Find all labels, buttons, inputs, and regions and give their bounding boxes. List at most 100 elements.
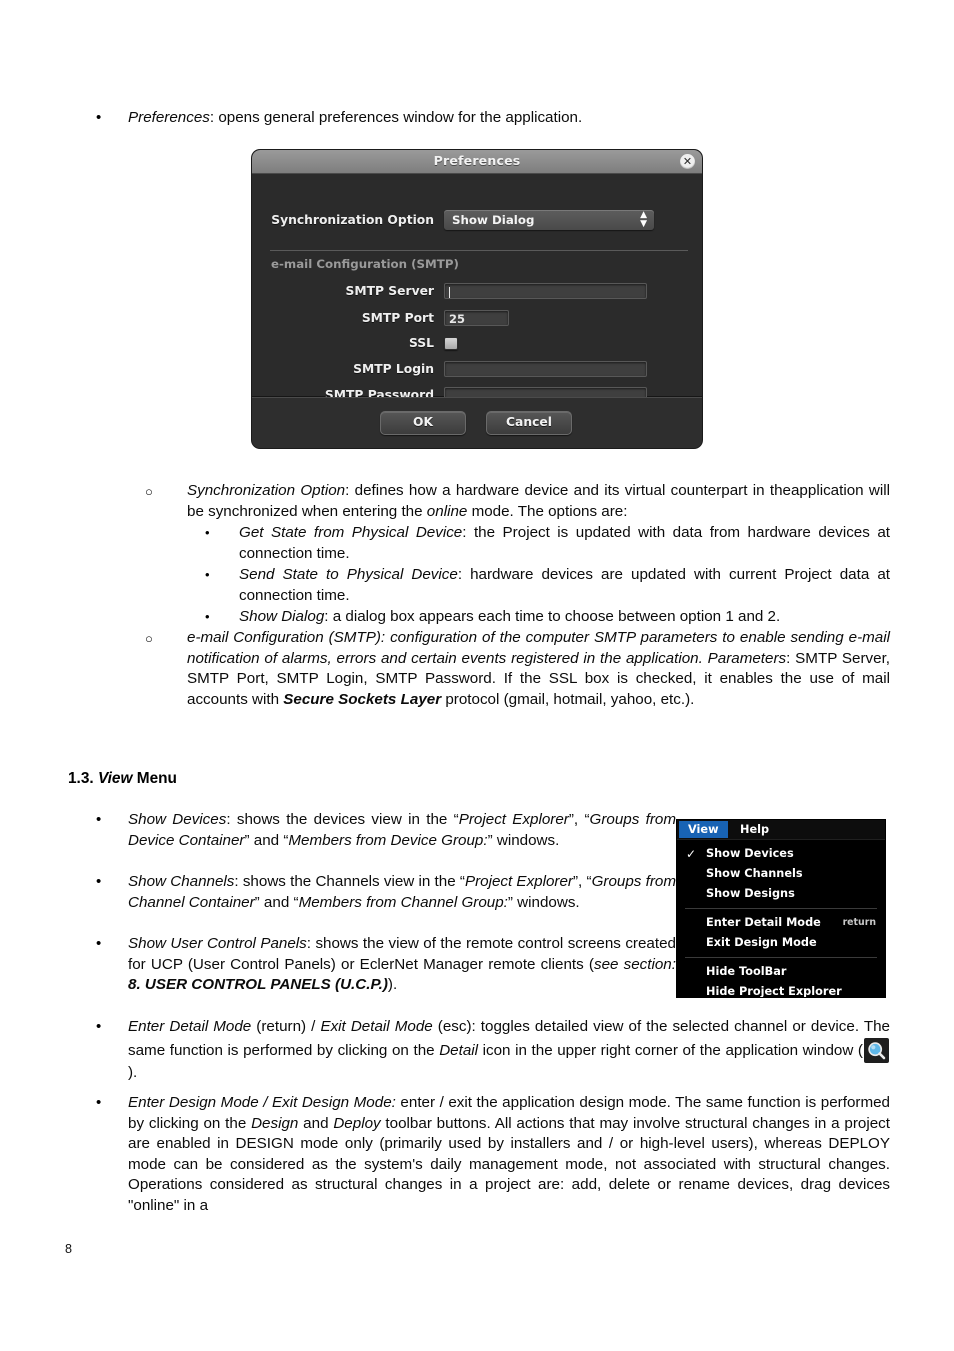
show-devices-term: Show Devices [128, 811, 227, 828]
bullet-glyph: • [96, 935, 102, 952]
menu-group-1: ✓ Show Devices Show Channels Show Design… [677, 840, 885, 904]
sync-suboption-3-text: Show Dialog: a dialog box appears each t… [239, 607, 890, 628]
design-mode-text: Enter Design Mode / Exit Design Mode: en… [128, 1093, 890, 1217]
show-devices-bullet: • Show Devices: shows the devices view i… [90, 810, 676, 851]
design-mode-bullet: • Enter Design Mode / Exit Design Mode: … [90, 1093, 890, 1217]
menu-item-shortcut: return [842, 917, 876, 928]
bullet-glyph: • [205, 525, 210, 540]
smtp-server-input[interactable] [444, 283, 647, 299]
dialog-title: Preferences [433, 153, 521, 168]
show-devices-t1: : shows the devices view in the “ [226, 811, 459, 828]
menu-divider [685, 908, 877, 909]
ssl-label: SSL [409, 336, 434, 350]
detail-mode-i1: Enter Detail Mode [128, 1018, 252, 1035]
smtp-section-label: e-mail Configuration (SMTP) [271, 257, 459, 271]
cancel-button[interactable]: Cancel [486, 411, 572, 435]
show-channels-q1: Project Explorer [464, 873, 573, 890]
show-channels-term: Show Channels [128, 873, 235, 890]
menu-item-label: Hide ToolBar [706, 965, 787, 978]
menu-item-show-channels[interactable]: Show Channels [677, 864, 885, 884]
menubar-item-help[interactable]: Help [733, 821, 776, 838]
dialog-footer: OK Cancel [252, 397, 702, 448]
sync-suboption-2: • Send State to Physical Device: hardwar… [205, 565, 890, 606]
show-devices-t3: ” and “ [244, 831, 289, 849]
sync-option-value: Show Dialog [452, 213, 535, 227]
smtp-server-row: SMTP Server [252, 283, 682, 299]
bullet-glyph: • [205, 567, 210, 582]
bullet-glyph: • [96, 1094, 102, 1111]
sync-suboption-3-rest: : a dialog box appears each time to choo… [324, 608, 781, 625]
sync-option-select[interactable]: Show Dialog ▲ ▼ [444, 210, 654, 230]
show-devices-q3: Members from Device Group: [288, 831, 488, 849]
detail-mode-i3: Detail [439, 1041, 479, 1059]
show-ucp-bullet: • Show User Control Panels: shows the vi… [90, 934, 676, 996]
menu-item-enter-detail-mode[interactable]: Enter Detail Mode return [677, 913, 885, 933]
show-devices-text: Show Devices: shows the devices view in … [128, 810, 676, 851]
email-config-italic: e-mail Configuration (SMTP): configurati… [187, 629, 890, 667]
menu-item-show-designs[interactable]: Show Designs [677, 884, 885, 904]
bullet-glyph: • [96, 811, 102, 828]
show-ucp-term: Show User Control Panels [128, 935, 307, 952]
bullet-glyph: • [205, 609, 210, 624]
show-channels-t1: : shows the Channels view in the “ [234, 873, 465, 890]
ssl-checkbox[interactable] [444, 336, 458, 350]
preferences-bullet-text: Preferences: opens general preferences w… [128, 108, 730, 129]
sync-option-term: Synchronization Option [187, 482, 346, 499]
detail-mode-t1: (return) / [251, 1018, 321, 1035]
bullet-glyph: ○ [145, 631, 153, 646]
detail-mode-bullet: • Enter Detail Mode (return) / Exit Deta… [90, 1017, 890, 1083]
menu-item-label: Hide Project Explorer [706, 985, 842, 997]
bullet-glyph: • [96, 109, 102, 126]
menu-item-label: Show Designs [706, 887, 795, 900]
show-channels-bullet: • Show Channels: shows the Channels view… [90, 872, 676, 913]
sync-option-line2b: mode. The options are: [467, 502, 628, 520]
ok-button[interactable]: OK [380, 411, 466, 435]
show-ucp-i1: see section: [593, 955, 676, 973]
show-ucp-b1: 8. USER CONTROL PANELS (U.C.P.) [128, 976, 388, 994]
sync-option-label: Synchronization Option [271, 213, 434, 227]
sync-suboption-3: • Show Dialog: a dialog box appears each… [205, 607, 890, 628]
sync-suboption-2-text: Send State to Physical Device: hardware … [239, 565, 890, 606]
sync-suboption-1: • Get State from Physical Device: the Pr… [205, 523, 890, 564]
smtp-login-row: SMTP Login [252, 361, 682, 377]
email-config-bold: Secure Sockets Layer [283, 690, 442, 708]
menubar-item-view[interactable]: View [679, 821, 728, 838]
show-devices-t2: ”, “ [568, 811, 590, 828]
menu-item-exit-design-mode[interactable]: Exit Design Mode [677, 933, 885, 953]
sync-option-line1: : defines how a hardware device and its … [345, 482, 791, 499]
preferences-dialog[interactable]: Preferences ✕ Synchronization Option Sho… [252, 150, 702, 448]
show-ucp-text: Show User Control Panels: shows the view… [128, 934, 676, 996]
page-title: 1.3. View Menu [68, 770, 177, 788]
menu-item-show-devices[interactable]: ✓ Show Devices [677, 844, 885, 864]
smtp-login-input[interactable] [444, 361, 647, 377]
view-menu-screenshot[interactable]: View Help ✓ Show Devices Show Channels S… [677, 820, 885, 997]
bullet-glyph: • [96, 1018, 102, 1035]
sync-suboption-2-term: Send State to Physical Device [239, 566, 458, 583]
bullet-glyph: ○ [145, 484, 153, 499]
menu-item-hide-project-explorer[interactable]: Hide Project Explorer [677, 982, 885, 997]
sync-option-text: Synchronization Option: defines how a ha… [187, 481, 890, 522]
menu-item-label: Show Devices [706, 847, 794, 860]
menu-divider [685, 957, 877, 958]
smtp-login-label: SMTP Login [353, 362, 434, 376]
smtp-port-input[interactable]: 25 [444, 310, 509, 326]
show-ucp-t2: ). [387, 976, 398, 994]
document-page: • Preferences: opens general preferences… [0, 0, 954, 1351]
sync-suboption-1-term: Get State from Physical Device [239, 524, 463, 541]
detail-mode-t4: ). [128, 1063, 138, 1081]
sync-suboption-3-term: Show Dialog [239, 608, 325, 625]
menu-item-hide-toolbar[interactable]: Hide ToolBar [677, 962, 885, 982]
preferences-bullet: • Preferences: opens general preferences… [90, 108, 730, 129]
sync-option-online: online [426, 502, 468, 520]
dialog-body: Synchronization Option Show Dialog ▲ ▼ e-… [252, 174, 702, 403]
detail-magnifier-icon[interactable] [864, 1037, 889, 1063]
show-channels-t4: ” windows. [507, 893, 580, 911]
detail-mode-t3: icon in the upper right corner of the ap… [478, 1041, 863, 1059]
close-icon[interactable]: ✕ [680, 154, 695, 169]
preferences-term: Preferences [128, 109, 210, 126]
design-mode-t2: and [298, 1114, 334, 1132]
menu-item-label: Enter Detail Mode [706, 916, 821, 929]
menu-group-3: Hide ToolBar Hide Project Explorer [677, 962, 885, 997]
section-divider [270, 250, 688, 251]
dialog-titlebar: Preferences ✕ [252, 150, 702, 174]
